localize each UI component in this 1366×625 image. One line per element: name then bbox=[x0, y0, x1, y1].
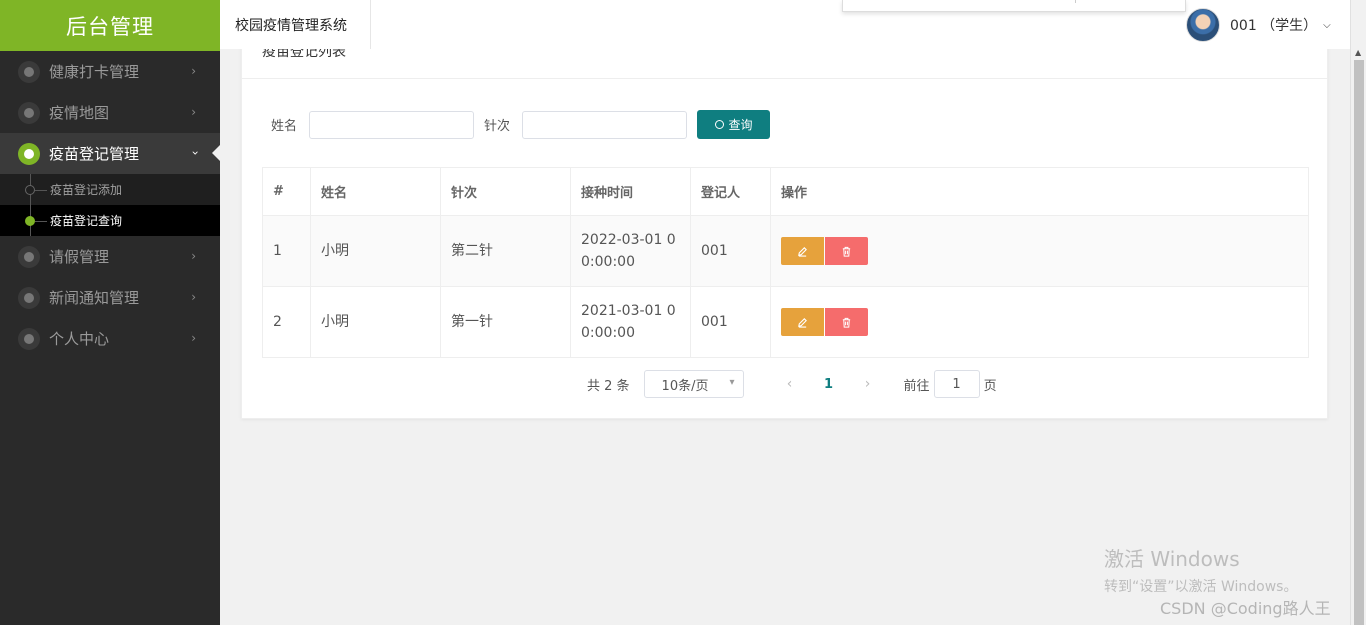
cell-dose: 第二针 bbox=[440, 215, 571, 287]
pencil-icon bbox=[798, 317, 807, 328]
total-count: 共 2 条 bbox=[587, 378, 630, 394]
goto-page: 前往 1 页 bbox=[904, 370, 997, 398]
column-header-time: 接种时间 bbox=[570, 167, 691, 216]
dose-input[interactable] bbox=[522, 110, 688, 139]
next-page-button[interactable]: › bbox=[848, 376, 888, 392]
dose-label: 针次 bbox=[484, 119, 511, 134]
sidebar-item-leave-management[interactable]: 请假管理 › bbox=[0, 236, 220, 277]
column-header-name: 姓名 bbox=[310, 167, 441, 216]
page-number-current[interactable]: 1 bbox=[810, 377, 848, 392]
cell-actions bbox=[770, 286, 1309, 358]
bullet-icon bbox=[25, 216, 35, 226]
cell-time: 2022-03-01 00:00:00 bbox=[570, 215, 691, 287]
table-row: 1 小明 第二针 2022-03-01 00:00:00 001 bbox=[262, 215, 1309, 287]
cell-time: 2021-03-01 00:00:00 bbox=[570, 286, 691, 358]
windows-activation-watermark: 激活 Windows 转到“设置”以激活 Windows。 bbox=[1104, 543, 1297, 596]
sidebar-item-health-checkin[interactable]: 健康打卡管理 › bbox=[0, 51, 220, 92]
user-menu[interactable]: 001 （学生） ⌵ bbox=[1186, 8, 1331, 42]
bullet-icon bbox=[25, 185, 35, 195]
chevron-right-icon: › bbox=[191, 331, 196, 345]
sidebar-item-label: 健康打卡管理 bbox=[49, 63, 140, 81]
dropdown-panel-edge bbox=[842, 0, 1186, 12]
watermark-line2: 转到“设置”以激活 Windows。 bbox=[1104, 579, 1298, 595]
globe-icon bbox=[18, 286, 40, 309]
column-header-index: # bbox=[262, 167, 311, 216]
chevron-down-icon: ⌵ bbox=[1323, 19, 1331, 31]
name-input[interactable] bbox=[309, 110, 475, 139]
goto-suffix: 页 bbox=[983, 378, 997, 394]
trash-icon bbox=[842, 246, 851, 257]
query-button-label: 查询 bbox=[728, 118, 753, 132]
vertical-scrollbar[interactable]: ▲ bbox=[1350, 0, 1366, 625]
search-icon bbox=[714, 120, 724, 129]
cell-index: 2 bbox=[262, 286, 311, 358]
delete-button[interactable] bbox=[825, 308, 868, 336]
goto-prefix: 前往 bbox=[903, 378, 930, 394]
globe-icon bbox=[18, 245, 40, 268]
tab-system-title[interactable]: 校园疫情管理系统 bbox=[220, 0, 371, 49]
scroll-up-icon[interactable]: ▲ bbox=[1355, 48, 1361, 57]
pencil-icon bbox=[798, 246, 807, 257]
sidebar-submenu: 疫苗登记添加 疫苗登记查询 bbox=[0, 174, 220, 236]
user-name: 001 （学生） bbox=[1230, 18, 1318, 34]
trash-icon bbox=[842, 317, 851, 328]
pagination: 共 2 条 10条/页 ▾ ‹ 1 › 前往 1 页 bbox=[587, 370, 997, 398]
chevron-right-icon: › bbox=[191, 290, 196, 304]
page-size-select[interactable]: 10条/页 ▾ bbox=[643, 370, 744, 398]
delete-button[interactable] bbox=[825, 237, 868, 265]
sidebar-subitem-vaccine-add[interactable]: 疫苗登记添加 bbox=[0, 174, 220, 205]
query-button[interactable]: 查询 bbox=[697, 110, 771, 139]
edit-button[interactable] bbox=[781, 308, 824, 336]
sidebar: 后台管理 健康打卡管理 › 疫情地图 › 疫苗登记管理 › 疫苗登记添加 疫苗登… bbox=[0, 0, 220, 625]
top-header: 校园疫情管理系统 001 （学生） ⌵ bbox=[220, 0, 1350, 49]
csdn-credit: CSDN @Coding路人王 bbox=[1160, 599, 1331, 618]
search-bar: 姓名 针次 查询 bbox=[271, 110, 771, 139]
sidebar-subitem-label: 疫苗登记添加 bbox=[50, 183, 123, 197]
sidebar-item-label: 疫苗登记管理 bbox=[49, 145, 140, 163]
sidebar-item-label: 新闻通知管理 bbox=[49, 289, 140, 307]
avatar bbox=[1186, 8, 1220, 42]
sidebar-item-personal-center[interactable]: 个人中心 › bbox=[0, 318, 220, 359]
sidebar-item-epidemic-map[interactable]: 疫情地图 › bbox=[0, 92, 220, 133]
sidebar-subitem-label: 疫苗登记查询 bbox=[50, 214, 123, 228]
globe-icon bbox=[18, 101, 40, 124]
chevron-down-icon: › bbox=[188, 150, 203, 156]
page-size-value: 10条/页 bbox=[661, 378, 709, 394]
cell-registrar: 001 bbox=[690, 286, 771, 358]
table-row: 2 小明 第一针 2021-03-01 00:00:00 001 bbox=[262, 286, 1309, 358]
sidebar-item-label: 个人中心 bbox=[49, 330, 110, 348]
goto-page-input[interactable]: 1 bbox=[933, 370, 980, 398]
globe-icon bbox=[18, 327, 40, 350]
sidebar-subitem-vaccine-query[interactable]: 疫苗登记查询 bbox=[0, 205, 220, 236]
prev-page-button[interactable]: ‹ bbox=[770, 376, 810, 392]
chevron-right-icon: › bbox=[191, 249, 196, 263]
cell-dose: 第一针 bbox=[440, 286, 571, 358]
cell-registrar: 001 bbox=[690, 215, 771, 287]
globe-icon bbox=[18, 142, 40, 165]
column-header-dose: 针次 bbox=[440, 167, 571, 216]
sidebar-item-news-management[interactable]: 新闻通知管理 › bbox=[0, 277, 220, 318]
cell-name: 小明 bbox=[310, 286, 441, 358]
app-logo: 后台管理 bbox=[0, 0, 220, 51]
edit-button[interactable] bbox=[781, 237, 824, 265]
name-label: 姓名 bbox=[271, 119, 298, 134]
watermark-line1: 激活 Windows bbox=[1104, 547, 1240, 571]
chevron-down-icon: ▾ bbox=[729, 377, 735, 388]
sidebar-item-label: 疫情地图 bbox=[49, 104, 110, 122]
cell-index: 1 bbox=[262, 215, 311, 287]
chevron-right-icon: › bbox=[191, 64, 196, 78]
table-header-row: # 姓名 针次 接种时间 登记人 操作 bbox=[262, 167, 1309, 216]
cell-actions bbox=[770, 215, 1309, 287]
chevron-right-icon: › bbox=[191, 105, 196, 119]
scrollbar-thumb[interactable] bbox=[1354, 60, 1364, 625]
vaccine-table: # 姓名 针次 接种时间 登记人 操作 1 小明 第二针 2022-03-01 … bbox=[262, 167, 1309, 358]
globe-icon bbox=[18, 60, 40, 83]
sidebar-item-vaccine-management[interactable]: 疫苗登记管理 › bbox=[0, 133, 220, 174]
cell-name: 小明 bbox=[310, 215, 441, 287]
sidebar-item-label: 请假管理 bbox=[49, 248, 110, 266]
vaccine-list-card: 疫苗登记列表 姓名 针次 查询 # 姓名 针次 接种时间 登记人 操作 1 小明… bbox=[241, 40, 1328, 419]
column-header-actions: 操作 bbox=[770, 167, 1309, 216]
column-header-registrar: 登记人 bbox=[690, 167, 771, 216]
